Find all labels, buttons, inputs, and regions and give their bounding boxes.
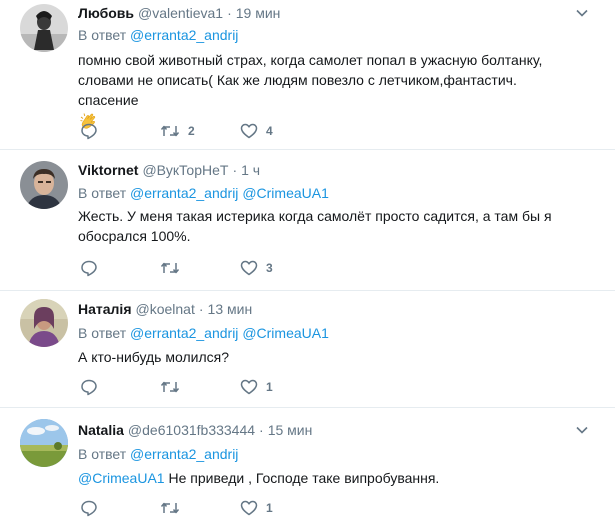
separator-dot: · xyxy=(232,162,238,178)
reply-button[interactable] xyxy=(80,499,106,517)
like-count: 4 xyxy=(266,124,273,138)
timestamp[interactable]: 15 мин xyxy=(268,422,313,438)
reply-prefix: В ответ xyxy=(78,325,127,341)
avatar[interactable] xyxy=(20,419,68,467)
tweet-header: Natalia @de61031fb333444 · 15 мин xyxy=(78,421,575,439)
retweet-icon xyxy=(160,502,180,514)
heart-icon xyxy=(240,379,258,395)
like-count: 3 xyxy=(266,261,273,275)
reply-icon xyxy=(81,123,97,140)
reply-button[interactable] xyxy=(80,259,106,277)
reply-prefix: В ответ xyxy=(78,446,127,462)
display-name[interactable]: Natalia xyxy=(78,422,124,438)
reply-icon xyxy=(81,500,97,517)
user-handle[interactable]: @valentieva1 xyxy=(138,5,223,21)
avatar[interactable] xyxy=(20,161,68,209)
reply-button[interactable] xyxy=(80,378,106,396)
reply-context: В ответ @erranta2_andrij @CrimeaUA1 xyxy=(78,184,329,202)
reply-context: В ответ @erranta2_andrij xyxy=(78,445,238,463)
heart-icon xyxy=(240,260,258,276)
retweet-icon xyxy=(160,381,180,393)
retweet-button[interactable] xyxy=(160,378,188,396)
reply-context: В ответ @erranta2_andrij xyxy=(78,26,238,44)
mention-link[interactable]: @erranta2_andrij xyxy=(130,446,238,462)
like-button[interactable]: 4 xyxy=(240,122,273,140)
retweet-button[interactable]: 2 xyxy=(160,122,195,140)
like-count: 1 xyxy=(266,380,273,394)
reply-context: В ответ @erranta2_andrij @CrimeaUA1 xyxy=(78,324,329,342)
like-button[interactable]: 1 xyxy=(240,378,273,396)
reply-icon xyxy=(81,260,97,277)
chevron-down-icon[interactable] xyxy=(575,6,589,20)
action-bar: 3 xyxy=(80,259,340,277)
display-name[interactable]: Любовь xyxy=(78,5,134,21)
retweet-button[interactable] xyxy=(160,499,188,517)
user-handle[interactable]: @koelnat xyxy=(136,301,195,317)
mention-link[interactable]: @CrimeaUA1 xyxy=(78,470,165,486)
tweet-header: Наталія @koelnat · 13 мин xyxy=(78,300,575,318)
tweet-text-content: А кто-нибудь молился? xyxy=(78,349,229,365)
reply-prefix: В ответ xyxy=(78,27,127,43)
chevron-down-icon[interactable] xyxy=(575,423,589,437)
tweet-text-content: Жесть. У меня такая истерика когда самол… xyxy=(78,208,552,244)
tweet-header: Любовь @valentieva1 · 19 мин xyxy=(78,4,575,22)
display-name[interactable]: Viktornet xyxy=(78,162,138,178)
mention-link[interactable]: @erranta2_andrij xyxy=(130,185,238,201)
mention-link[interactable]: @erranta2_andrij xyxy=(130,325,238,341)
retweet-count: 2 xyxy=(188,124,195,138)
reply-icon xyxy=(81,379,97,396)
separator-dot: · xyxy=(198,301,204,317)
avatar[interactable] xyxy=(20,299,68,347)
avatar[interactable] xyxy=(20,4,68,52)
mention-link[interactable]: @CrimeaUA1 xyxy=(242,325,329,341)
tweet-header: Viktornet @ВукТорНеТ · 1 ч xyxy=(78,161,575,179)
tweet[interactable]: Любовь @valentieva1 · 19 мин В ответ @erran… xyxy=(0,0,615,150)
separator-dot: · xyxy=(227,5,232,21)
heart-icon xyxy=(240,123,258,139)
action-bar: 1 xyxy=(80,499,340,517)
reply-prefix: В ответ xyxy=(78,185,127,201)
tweet[interactable]: Наталія @koelnat · 13 мин В ответ @erranta2… xyxy=(0,291,615,408)
separator-dot: · xyxy=(259,422,264,438)
heart-icon xyxy=(240,500,258,516)
timestamp[interactable]: 1 ч xyxy=(241,162,260,178)
like-count: 1 xyxy=(266,501,273,515)
tweet-text-content: помню свой животный страх, когда самолет… xyxy=(78,52,543,108)
reply-button[interactable] xyxy=(80,122,106,140)
timestamp[interactable]: 13 мин xyxy=(208,301,253,317)
user-handle[interactable]: @de61031fb333444 xyxy=(128,422,255,438)
mention-link[interactable]: @CrimeaUA1 xyxy=(242,185,329,201)
user-handle[interactable]: @ВукТорНеТ xyxy=(142,162,228,178)
action-bar: 2 4 xyxy=(80,122,340,140)
like-button[interactable]: 3 xyxy=(240,259,273,277)
tweet-text: @CrimeaUA1 Не приведи , Господе таке вип… xyxy=(78,468,578,488)
retweet-icon xyxy=(160,125,180,137)
tweet[interactable]: Viktornet @ВукТорНеТ · 1 ч В ответ @erranta… xyxy=(0,150,615,291)
action-bar: 1 xyxy=(80,378,340,396)
tweet-text: А кто-нибудь молился? xyxy=(78,347,578,367)
tweet-text: помню свой животный страх, когда самолет… xyxy=(78,50,578,131)
tweet-text: Жесть. У меня такая истерика когда самол… xyxy=(78,206,578,246)
display-name[interactable]: Наталія xyxy=(78,301,132,317)
mention-link[interactable]: @erranta2_andrij xyxy=(130,27,238,43)
like-button[interactable]: 1 xyxy=(240,499,273,517)
timestamp[interactable]: 19 мин xyxy=(236,5,281,21)
tweet[interactable]: Natalia @de61031fb333444 · 15 мин В ответ @… xyxy=(0,408,615,529)
tweet-text-content: Не приведи , Господе таке випробування. xyxy=(168,470,440,486)
retweet-button[interactable] xyxy=(160,259,188,277)
retweet-icon xyxy=(160,262,180,274)
